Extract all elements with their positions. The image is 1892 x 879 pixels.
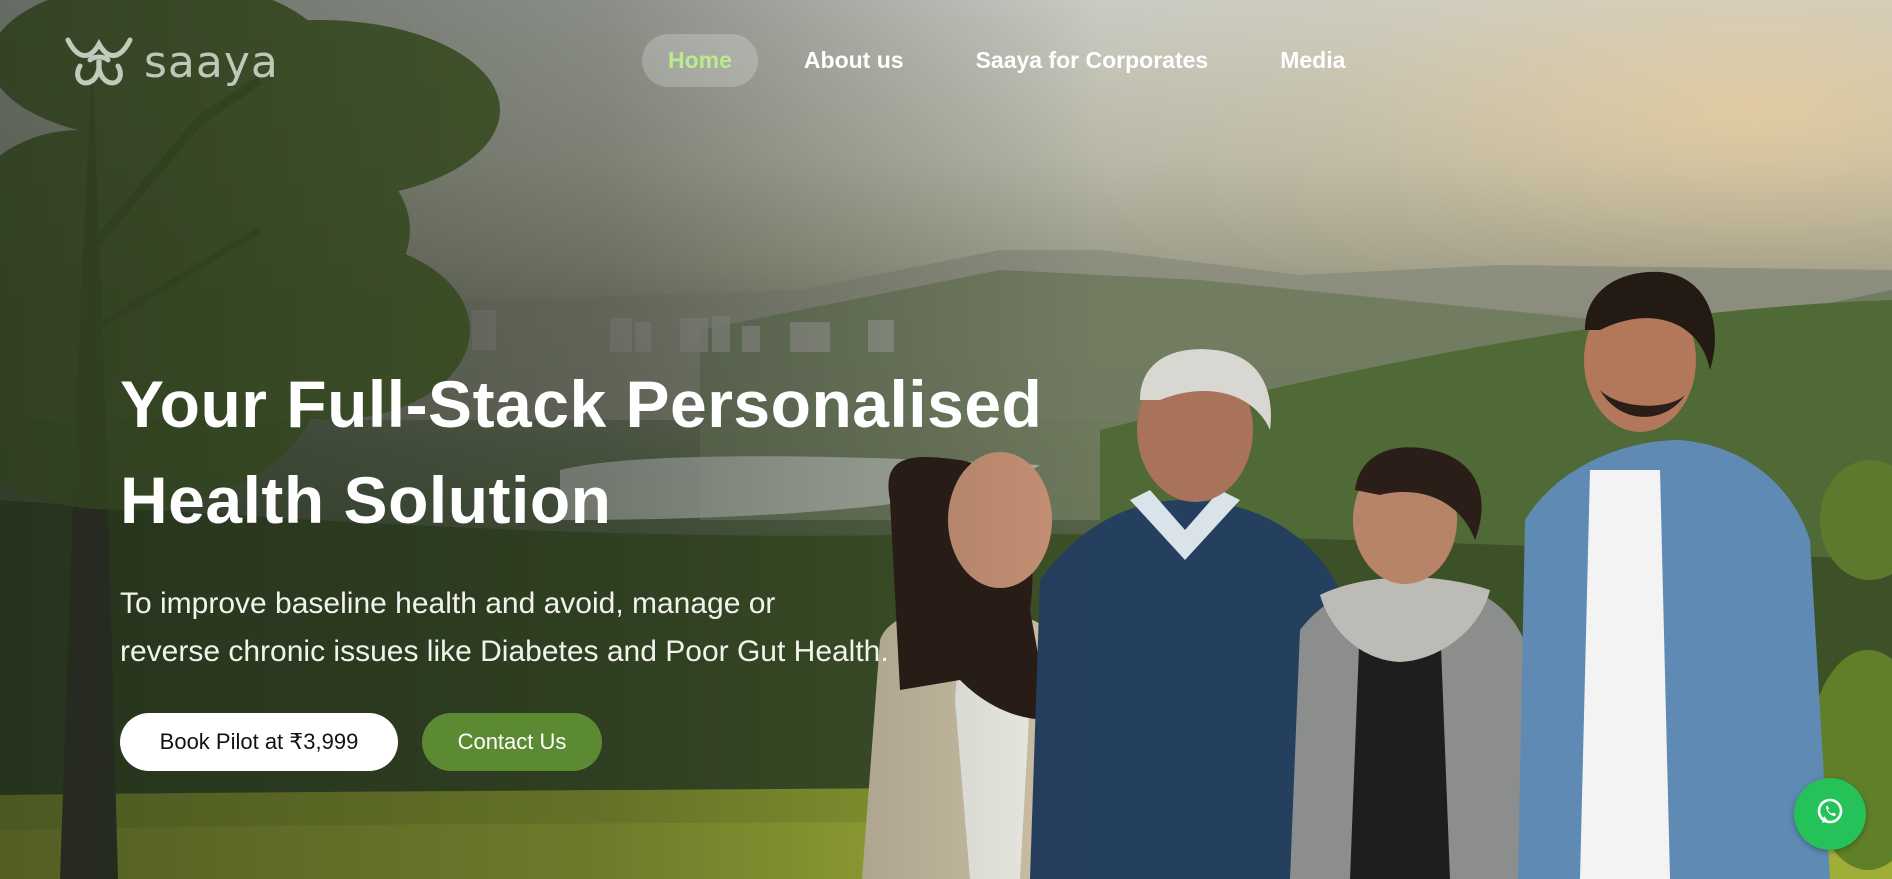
nav-home[interactable]: Home	[642, 34, 758, 87]
nav-saaya-for-corporates[interactable]: Saaya for Corporates	[950, 34, 1235, 87]
saaya-logo-icon	[60, 30, 138, 95]
hero-subtitle-line-1: To improve baseline health and avoid, ma…	[120, 587, 776, 620]
hero-headline: Your Full-Stack Personalised Health Solu…	[120, 356, 1120, 548]
hero-subtitle-line-2: reverse chronic issues like Diabetes and…	[120, 635, 889, 668]
hero-section: saaya Home About us Saaya for Corporates…	[0, 0, 1892, 879]
hero-headline-line-2: Health Solution	[120, 463, 612, 537]
contact-us-button[interactable]: Contact Us	[422, 713, 602, 771]
brand-logo[interactable]: saaya	[60, 30, 279, 95]
book-pilot-button[interactable]: Book Pilot at ₹3,999	[120, 713, 398, 771]
brand-name: saaya	[144, 37, 279, 88]
nav-media[interactable]: Media	[1254, 34, 1371, 87]
whatsapp-icon	[1813, 795, 1847, 834]
whatsapp-button[interactable]	[1794, 778, 1866, 850]
main-nav: Home About us Saaya for Corporates Media	[642, 34, 1391, 87]
hero-subtitle: To improve baseline health and avoid, ma…	[120, 580, 1080, 676]
hero-headline-line-1: Your Full-Stack Personalised	[120, 367, 1043, 441]
nav-about-us[interactable]: About us	[778, 34, 930, 87]
